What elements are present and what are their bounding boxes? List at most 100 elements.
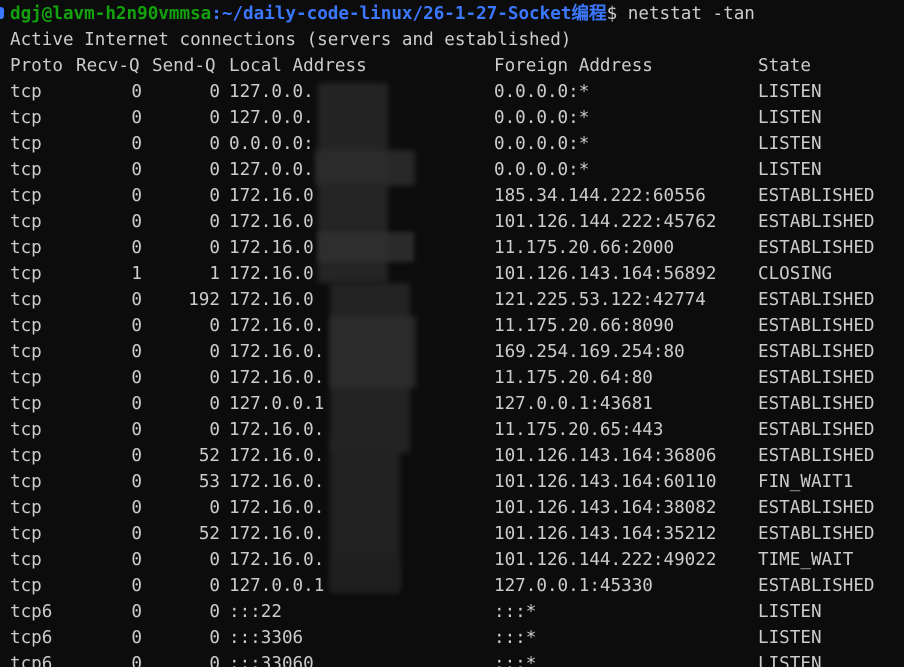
proto-cell: tcp bbox=[10, 160, 42, 180]
proto-cell: tcp bbox=[10, 82, 42, 102]
local-address-cell: :::22 bbox=[229, 602, 282, 622]
local-address-cell: 172.16.0. bbox=[229, 420, 325, 440]
recv-q-cell: 0 bbox=[131, 602, 142, 622]
recv-q-cell: 0 bbox=[131, 290, 142, 310]
table-row: tcp 0 0 127.0.0.1 127.0.0.1:43681 ESTABLISHED bbox=[0, 391, 904, 417]
state-cell: LISTEN bbox=[758, 108, 822, 128]
foreign-address-cell: 101.126.144.222:49022 bbox=[494, 550, 717, 570]
table-row: tcp 0 0 172.16.0. 169.254.169.254:80 ESTABLIS… bbox=[0, 339, 904, 365]
table-row: tcp 0 0 172.16.0. 101.126.144.222:49022 TIME_… bbox=[0, 547, 904, 573]
send-q-cell: 0 bbox=[209, 160, 220, 180]
proto-cell: tcp bbox=[10, 316, 42, 336]
command-marker-icon bbox=[0, 7, 4, 19]
recv-q-cell: 0 bbox=[131, 576, 142, 596]
send-q-cell: 0 bbox=[209, 576, 220, 596]
foreign-address-cell: 11.175.20.65:443 bbox=[494, 420, 664, 440]
state-cell: ESTABLISHED bbox=[758, 316, 875, 336]
send-q-cell: 0 bbox=[209, 628, 220, 648]
table-row: tcp6 0 0:::3306:::* LISTEN bbox=[0, 625, 904, 651]
proto-cell: tcp bbox=[10, 264, 42, 284]
send-q-cell: 0 bbox=[209, 654, 220, 667]
foreign-address-cell: :::* bbox=[494, 628, 537, 648]
table-row: tcp 0 53 172.16.0. 101.126.143.164:60110 FIN_… bbox=[0, 469, 904, 495]
proto-cell: tcp bbox=[10, 576, 42, 596]
local-address-cell: 127.0.0. bbox=[229, 160, 314, 180]
send-q-cell: 0 bbox=[209, 368, 220, 388]
recv-q-cell: 0 bbox=[131, 550, 142, 570]
send-q-cell: 52 bbox=[198, 524, 220, 544]
recv-q-cell: 0 bbox=[131, 342, 142, 362]
recv-q-cell: 0 bbox=[131, 472, 142, 492]
proto-cell: tcp bbox=[10, 394, 42, 414]
local-address-cell: 127.0.0. bbox=[229, 82, 314, 102]
recv-q-cell: 0 bbox=[131, 82, 142, 102]
recv-q-cell: 0 bbox=[131, 420, 142, 440]
header-state: State bbox=[758, 56, 811, 76]
recv-q-cell: 0 bbox=[131, 498, 142, 518]
foreign-address-cell: 169.254.169.254:80 bbox=[494, 342, 685, 362]
state-cell: ESTABLISHED bbox=[758, 394, 875, 414]
foreign-address-cell: :::* bbox=[494, 602, 537, 622]
proto-cell: tcp bbox=[10, 186, 42, 206]
proto-cell: tcp bbox=[10, 368, 42, 388]
local-address-cell: 127.0.0.1 bbox=[229, 576, 325, 596]
send-q-cell: 0 bbox=[209, 420, 220, 440]
prompt-path: :~/daily-code-linux/26-1-27-Socket编程 bbox=[211, 4, 607, 24]
state-cell: ESTABLISHED bbox=[758, 498, 875, 518]
recv-q-cell: 0 bbox=[131, 160, 142, 180]
state-cell: ESTABLISHED bbox=[758, 186, 875, 206]
recv-q-cell: 0 bbox=[131, 108, 142, 128]
shell-prompt: dgj@lavm-h2n90vmmsa:~/daily-code-linux/2… bbox=[10, 1, 755, 27]
proto-cell: tcp6 bbox=[10, 602, 53, 622]
state-cell: ESTABLISHED bbox=[758, 420, 875, 440]
proto-cell: tcp bbox=[10, 212, 42, 232]
terminal-window[interactable]: dgj@lavm-h2n90vmmsa:~/daily-code-linux/2… bbox=[0, 0, 904, 667]
local-address-cell: 127.0.0. bbox=[229, 108, 314, 128]
recv-q-cell: 0 bbox=[131, 524, 142, 544]
table-row: tcp 0 0 172.16.0 185.34.144.222:60556 ESTABLI… bbox=[0, 183, 904, 209]
recv-q-cell: 0 bbox=[131, 186, 142, 206]
send-q-cell: 0 bbox=[209, 82, 220, 102]
table-row: tcp 0 0 0.0.0.0: 0.0.0.0:* LISTEN bbox=[0, 131, 904, 157]
table-row: tcp 0 0 172.16.0. 101.126.143.164:38082 ESTAB… bbox=[0, 495, 904, 521]
proto-cell: tcp bbox=[10, 342, 42, 362]
proto-cell: tcp bbox=[10, 290, 42, 310]
state-cell: ESTABLISHED bbox=[758, 576, 875, 596]
foreign-address-cell: 11.175.20.66:8090 bbox=[494, 316, 675, 336]
foreign-address-cell: 0.0.0.0:* bbox=[494, 82, 590, 102]
table-row: tcp 0 192 172.16.0 121.225.53.122:42774 ESTAB… bbox=[0, 287, 904, 313]
table-row: tcp 0 0 127.0.0. 0.0.0.0:* LISTEN bbox=[0, 157, 904, 183]
foreign-address-cell: 101.126.143.164:56892 bbox=[494, 264, 717, 284]
local-address-cell: 172.16.0. bbox=[229, 524, 325, 544]
recv-q-cell: 0 bbox=[131, 212, 142, 232]
table-row: tcp 0 0 172.16.0. 11.175.20.64:80 ESTABLISHED bbox=[0, 365, 904, 391]
local-address-cell: 172.16.0 bbox=[229, 264, 314, 284]
table-row: tcp 1 1 172.16.0 101.126.143.164:56892 CLOSIN… bbox=[0, 261, 904, 287]
header-recv: Recv-Q bbox=[76, 56, 140, 76]
local-address-cell: 172.16.0. bbox=[229, 550, 325, 570]
local-address-cell: 127.0.0.1 bbox=[229, 394, 325, 414]
state-cell: LISTEN bbox=[758, 160, 822, 180]
state-cell: LISTEN bbox=[758, 82, 822, 102]
foreign-address-cell: 101.126.143.164:60110 bbox=[494, 472, 717, 492]
foreign-address-cell: 0.0.0.0:* bbox=[494, 160, 590, 180]
foreign-address-cell: 101.126.143.164:36806 bbox=[494, 446, 717, 466]
state-cell: LISTEN bbox=[758, 134, 822, 154]
state-cell: LISTEN bbox=[758, 654, 822, 667]
local-address-cell: 0.0.0.0: bbox=[229, 134, 314, 154]
recv-q-cell: 0 bbox=[131, 238, 142, 258]
proto-cell: tcp bbox=[10, 238, 42, 258]
foreign-address-cell: 101.126.143.164:38082 bbox=[494, 498, 717, 518]
state-cell: FIN_WAIT1 bbox=[758, 472, 854, 492]
foreign-address-cell: 0.0.0.0:* bbox=[494, 134, 590, 154]
table-row: tcp 0 0 127.0.0. 0.0.0.0:* LISTEN bbox=[0, 79, 904, 105]
header-local: Local Address bbox=[229, 56, 367, 76]
local-address-cell: :::33060 bbox=[229, 654, 314, 667]
local-address-cell: 172.16.0 bbox=[229, 290, 314, 310]
send-q-cell: 0 bbox=[209, 238, 220, 258]
foreign-address-cell: 185.34.144.222:60556 bbox=[494, 186, 706, 206]
proto-cell: tcp6 bbox=[10, 628, 53, 648]
local-address-cell: 172.16.0. bbox=[229, 316, 325, 336]
table-row: tcp 0 0 172.16.0 11.175.20.66:2000 ESTABLISHE… bbox=[0, 235, 904, 261]
foreign-address-cell: 101.126.143.164:35212 bbox=[494, 524, 717, 544]
